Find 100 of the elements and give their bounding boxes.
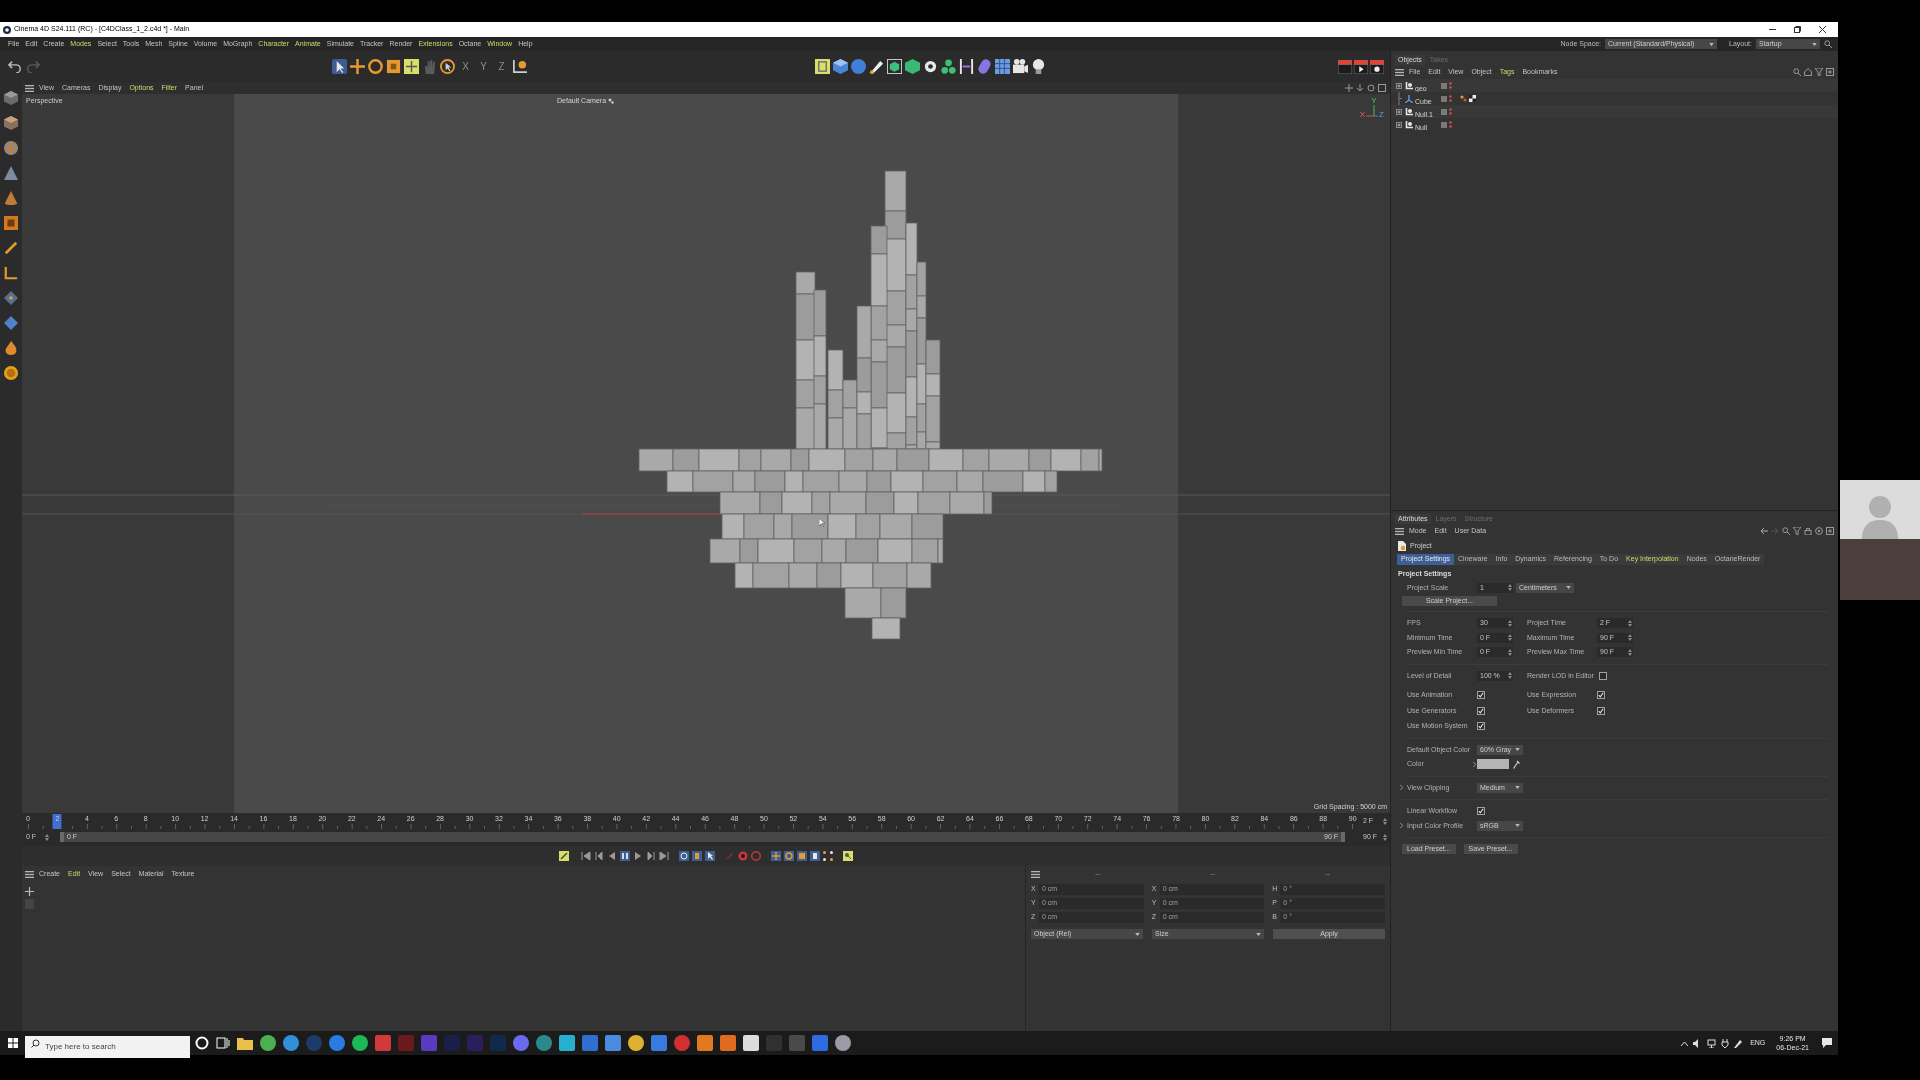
parameter-key-icon[interactable]: [810, 851, 820, 861]
app-circle-icon[interactable]: [835, 1035, 851, 1051]
app-circle-icon[interactable]: [513, 1035, 529, 1051]
cube-icon[interactable]: [4, 91, 18, 105]
move-cross-icon[interactable]: [350, 59, 365, 74]
skip-end-icon[interactable]: [659, 851, 669, 861]
clapboard-play-icon[interactable]: [1354, 59, 1368, 74]
cube-icon[interactable]: [833, 59, 848, 74]
chevron-right-icon[interactable]: [1400, 823, 1403, 829]
app-tile-icon[interactable]: [398, 1035, 414, 1051]
expand-box-icon[interactable]: [1396, 121, 1402, 128]
home-icon[interactable]: [1804, 68, 1812, 76]
search-field[interactable]: Type here to search: [25, 1035, 190, 1058]
selection-cursor-icon[interactable]: [332, 59, 347, 74]
search-icon[interactable]: [31, 1038, 40, 1048]
menu-icon[interactable]: [1031, 870, 1040, 878]
restore-icon[interactable]: [1794, 26, 1801, 33]
app-circle-icon[interactable]: [352, 1035, 368, 1051]
autokey-icon[interactable]: [751, 851, 761, 861]
key-tile-icon[interactable]: [843, 851, 853, 861]
spinner-icon[interactable]: [1508, 648, 1512, 656]
visibility-dots-icon[interactable]: [1449, 108, 1452, 115]
filter-icon[interactable]: [1815, 68, 1823, 76]
checkbox[interactable]: [1477, 706, 1485, 715]
menu-icon[interactable]: [1395, 68, 1404, 76]
spinner-icon[interactable]: [1508, 672, 1512, 680]
spinner-icon[interactable]: [1508, 584, 1512, 592]
app-circle-icon[interactable]: [536, 1035, 552, 1051]
clapboard-gear-icon[interactable]: [1370, 59, 1384, 74]
cursor-tile-icon[interactable]: [705, 851, 715, 861]
menu-icon[interactable]: [25, 84, 34, 92]
back-arrow-icon[interactable]: [1760, 527, 1768, 535]
loop-icon[interactable]: [679, 851, 689, 861]
spinner-icon[interactable]: [1383, 818, 1387, 825]
dotted-diamond-icon[interactable]: [4, 291, 18, 305]
spinner-icon[interactable]: [1383, 833, 1387, 841]
plus-icon[interactable]: [25, 887, 34, 896]
tag-dots-icon[interactable]: [1460, 95, 1467, 102]
transform-tile-icon[interactable]: [404, 59, 419, 74]
capsule-icon[interactable]: [977, 59, 992, 74]
skip-start-icon[interactable]: [581, 851, 591, 861]
layer-square-icon[interactable]: [1441, 95, 1447, 102]
app-tile-icon[interactable]: [421, 1035, 437, 1051]
range-handle[interactable]: [60, 832, 64, 842]
coin-icon[interactable]: [4, 366, 18, 380]
maximize-view-icon[interactable]: [1378, 84, 1386, 92]
app-tile-icon[interactable]: [789, 1035, 805, 1051]
checkbox[interactable]: [1597, 691, 1605, 700]
target-icon[interactable]: [1815, 527, 1823, 535]
record-key-icon[interactable]: [559, 851, 569, 861]
axis-icon[interactable]: [1405, 94, 1413, 103]
color-swatch-icon[interactable]: [1477, 759, 1509, 770]
project-file-icon[interactable]: [1398, 541, 1406, 551]
sphere-icon[interactable]: [851, 59, 866, 74]
app-tile-icon[interactable]: [490, 1035, 506, 1051]
spinner-icon[interactable]: [45, 833, 49, 841]
windows-logo-icon[interactable]: [8, 1038, 18, 1048]
textured-cube-icon[interactable]: [4, 116, 18, 130]
checker-tag-icon[interactable]: [1469, 95, 1476, 102]
next-key-icon[interactable]: [646, 851, 656, 861]
checker-sphere-icon[interactable]: [4, 141, 18, 155]
new-window-icon[interactable]: [1826, 68, 1834, 76]
app-tile-icon[interactable]: [720, 1035, 736, 1051]
task-view-icon[interactable]: [216, 1036, 230, 1050]
move-view-icon[interactable]: [1345, 84, 1353, 92]
scale-key-icon[interactable]: [784, 851, 794, 861]
diamond-icon[interactable]: [4, 316, 18, 330]
null-object-icon[interactable]: [1405, 107, 1413, 116]
visibility-dots-icon[interactable]: [1449, 82, 1452, 89]
app-tile-icon[interactable]: [743, 1035, 759, 1051]
visibility-dots-icon[interactable]: [1449, 121, 1452, 128]
record-icon[interactable]: [738, 851, 748, 861]
app-circle-icon[interactable]: [283, 1035, 299, 1051]
step-back-icon[interactable]: [607, 851, 617, 861]
app-circle-icon[interactable]: [260, 1035, 276, 1051]
rotation-key-icon[interactable]: [797, 851, 807, 861]
app-circle-icon[interactable]: [628, 1035, 644, 1051]
search-icon[interactable]: [1824, 40, 1832, 48]
plug-icon[interactable]: [1721, 1038, 1730, 1048]
corner-icon[interactable]: [4, 266, 18, 280]
wedge-icon[interactable]: [4, 166, 18, 180]
ring-icon[interactable]: [195, 1036, 209, 1050]
app-tile-icon[interactable]: [444, 1035, 460, 1051]
pen-nib-icon[interactable]: [869, 59, 884, 74]
bracket-icon[interactable]: [959, 59, 974, 74]
undo-arrow-icon[interactable]: [8, 60, 21, 73]
app-tile-icon[interactable]: [812, 1035, 828, 1051]
clapboard-icon[interactable]: [1338, 59, 1352, 74]
new-window-icon[interactable]: [1826, 527, 1834, 535]
step-forward-icon[interactable]: [633, 851, 643, 861]
cluster-icon[interactable]: [941, 59, 956, 74]
spinner-icon[interactable]: [1628, 619, 1632, 627]
edge-icon[interactable]: [4, 241, 18, 255]
layer-square-icon[interactable]: [1441, 82, 1447, 89]
checkbox[interactable]: [1477, 691, 1485, 700]
layer-square-icon[interactable]: [1441, 121, 1447, 128]
spinner-icon[interactable]: [1628, 634, 1632, 642]
app-tile-icon[interactable]: [559, 1035, 575, 1051]
cube-outline-icon[interactable]: [887, 59, 902, 74]
menu-icon[interactable]: [1395, 527, 1404, 535]
